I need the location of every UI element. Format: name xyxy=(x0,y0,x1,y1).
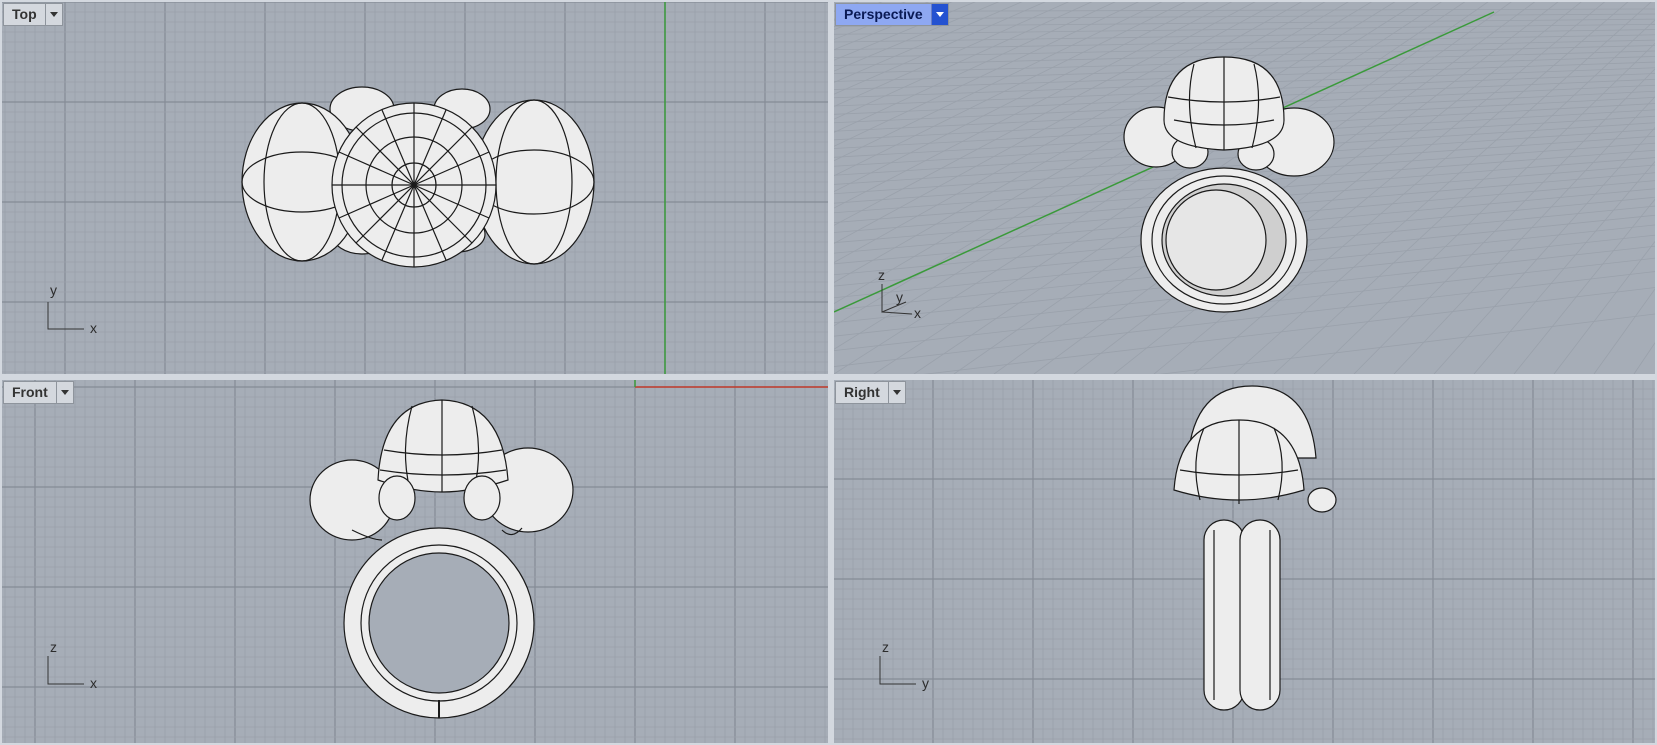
axis-label-h: x xyxy=(90,675,97,691)
axis-label-v: z xyxy=(882,639,889,655)
axis-label-h: y xyxy=(922,675,929,691)
ring-model-top xyxy=(241,86,595,268)
axis-label-v: z xyxy=(878,267,885,283)
right-scene[interactable]: y z xyxy=(834,380,1655,743)
viewport-right[interactable]: y z Right xyxy=(834,380,1655,743)
viewport-tab-front[interactable]: Front xyxy=(3,381,74,404)
viewport-front[interactable]: x z Front xyxy=(2,380,828,743)
axis-label-d: y xyxy=(896,289,903,305)
viewport-perspective[interactable]: x z y Perspective xyxy=(834,2,1655,374)
chevron-down-icon[interactable] xyxy=(55,382,73,403)
viewport-tab-top[interactable]: Top xyxy=(3,3,63,26)
viewport-title: Perspective xyxy=(844,6,923,22)
axis-label-v: y xyxy=(50,282,57,298)
viewport-tab-right[interactable]: Right xyxy=(835,381,906,404)
viewport-tab-perspective[interactable]: Perspective xyxy=(835,3,949,26)
chevron-down-icon[interactable] xyxy=(887,382,905,403)
viewport-title: Front xyxy=(12,384,48,400)
front-scene[interactable]: x z xyxy=(2,380,828,743)
top-scene[interactable]: x y xyxy=(2,2,828,374)
chevron-down-icon[interactable] xyxy=(930,4,948,25)
viewport-title: Top xyxy=(12,6,37,22)
chevron-down-icon[interactable] xyxy=(44,4,62,25)
viewport-title: Right xyxy=(844,384,880,400)
perspective-scene[interactable]: x z y xyxy=(834,2,1655,374)
viewport-top[interactable]: x y Top xyxy=(2,2,828,374)
axis-label-h: x xyxy=(914,305,921,321)
axis-label-h: x xyxy=(90,320,97,336)
axis-label-v: z xyxy=(50,639,57,655)
